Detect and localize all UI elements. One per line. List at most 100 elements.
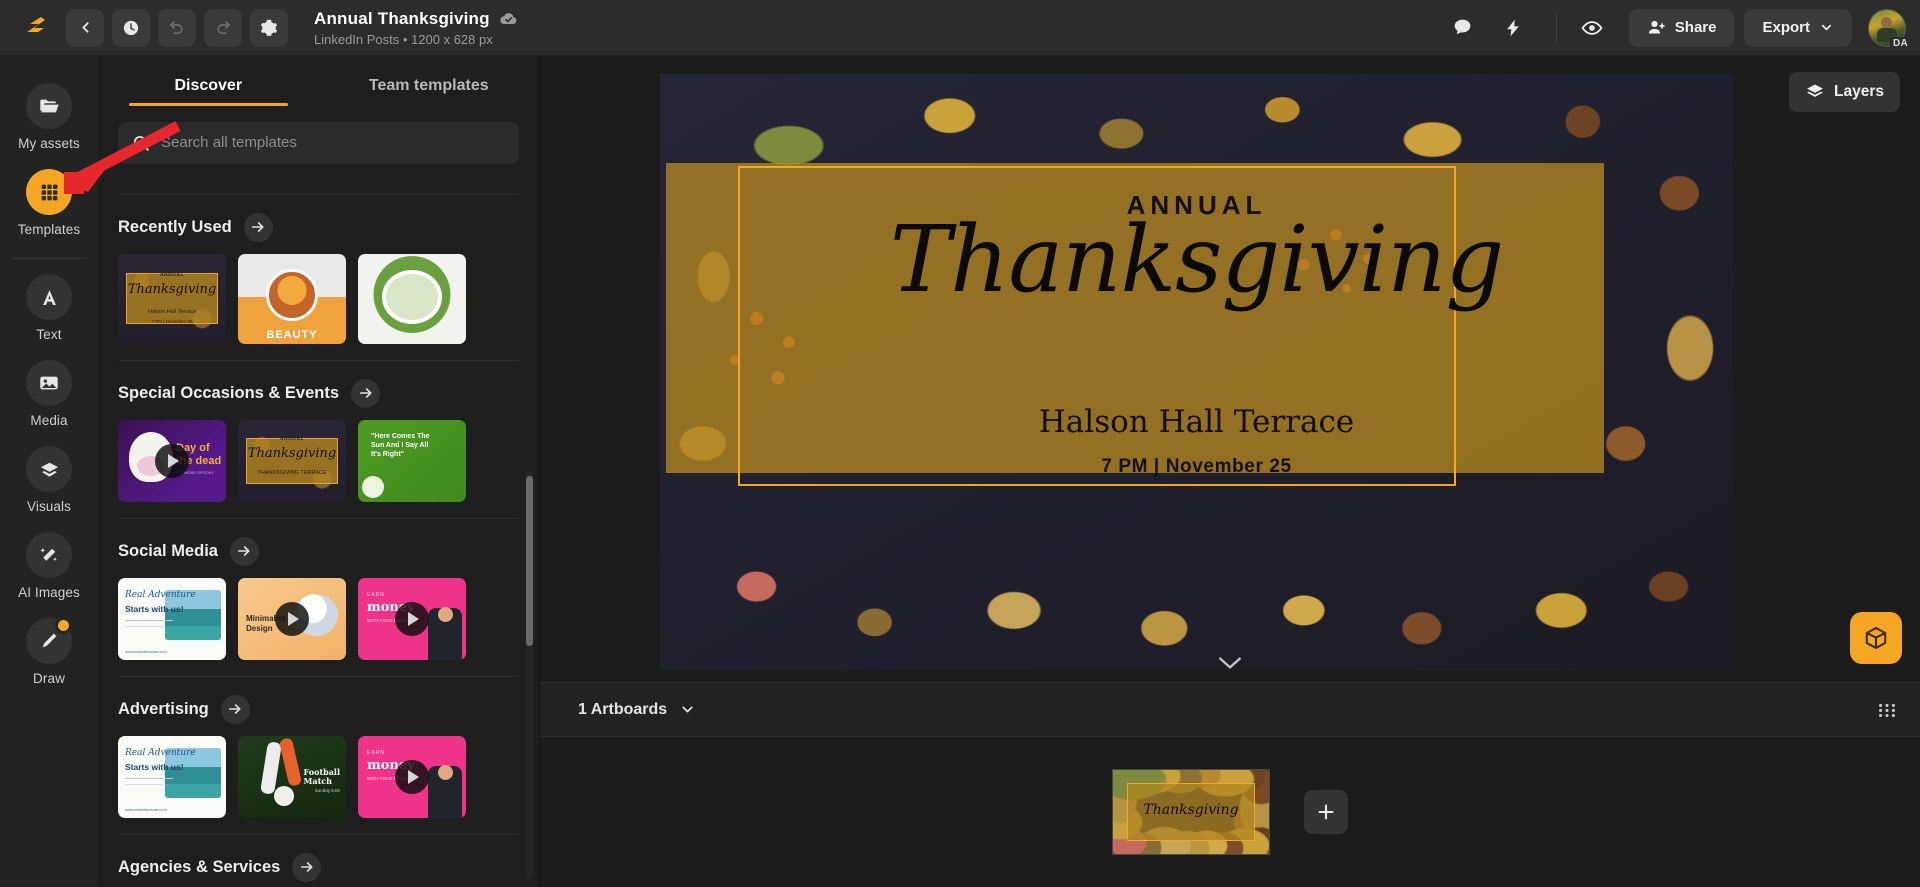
template-thumbnail[interactable]: EARN money WITH YOUR BUSINESS bbox=[358, 735, 466, 818]
thumb-line-1: ANNUAL bbox=[159, 271, 185, 278]
back-button[interactable] bbox=[66, 8, 104, 47]
snappa-logo-icon[interactable] bbox=[20, 13, 50, 43]
sidebar-label-media: Media bbox=[30, 413, 68, 428]
template-thumbnail[interactable]: ANNUAL Thanksgiving THANKSGIVING TERRACE bbox=[238, 419, 346, 502]
template-thumbnail[interactable]: Football Match Sunday 5:00 bbox=[238, 735, 346, 818]
design-venue-text[interactable]: Halson Hall Terrace bbox=[660, 404, 1733, 440]
shapes-icon bbox=[26, 446, 72, 492]
play-icon[interactable] bbox=[275, 601, 309, 636]
panel-scrollbar-thumb[interactable] bbox=[526, 476, 533, 646]
sidebar-item-visuals[interactable]: Visuals bbox=[0, 437, 98, 523]
image-icon bbox=[26, 360, 72, 406]
version-history-button[interactable] bbox=[112, 8, 150, 47]
arrow-right-icon[interactable] bbox=[229, 536, 259, 566]
toolbar-divider bbox=[1555, 13, 1557, 42]
layers-icon bbox=[1805, 82, 1825, 102]
thumb-eyebrow: EARN bbox=[367, 591, 385, 598]
sidebar-label-templates: Templates bbox=[17, 222, 81, 237]
draw-new-badge bbox=[55, 617, 72, 634]
tab-team-templates[interactable]: Team templates bbox=[319, 77, 540, 106]
comments-button[interactable] bbox=[1444, 9, 1482, 47]
search-box[interactable] bbox=[118, 121, 519, 164]
template-thumbnail[interactable]: Minimalist Design bbox=[238, 577, 346, 660]
thumb-label: BEAUTY bbox=[266, 328, 318, 341]
play-icon[interactable] bbox=[395, 759, 429, 794]
arrow-right-icon[interactable] bbox=[351, 378, 381, 408]
export-button[interactable]: Export bbox=[1744, 8, 1852, 47]
template-thumbnail[interactable]: "Here Comes The Sun And I Say All It's R… bbox=[358, 419, 466, 502]
template-thumbnail[interactable]: BEAUTY bbox=[238, 253, 346, 344]
template-thumbnail[interactable]: EARN money WITH YOUR BUSINESS bbox=[358, 577, 466, 660]
templates-scroll-area[interactable]: Recently Used ANNUAL Thanksgiving Halson… bbox=[98, 178, 539, 887]
folder-icon bbox=[26, 83, 72, 129]
sidebar-item-text[interactable]: Text bbox=[0, 265, 98, 351]
artboard-thumbnail[interactable]: Thanksgiving bbox=[1112, 769, 1270, 855]
app-body: My assets Templates Text Media Visuals A… bbox=[0, 56, 1920, 887]
share-button[interactable]: Share bbox=[1628, 8, 1735, 47]
page-title[interactable]: Annual Thanksgiving bbox=[314, 9, 490, 29]
design-date-text[interactable]: 7 PM | November 25 bbox=[660, 456, 1733, 478]
cloud-check-icon bbox=[499, 9, 518, 28]
export-button-label: Export bbox=[1762, 19, 1810, 36]
section-title-recently-used: Recently Used bbox=[118, 217, 232, 236]
grid-view-icon[interactable] bbox=[1876, 699, 1898, 721]
sidebar-item-draw[interactable]: Draw bbox=[0, 609, 98, 695]
sidebar-item-media[interactable]: Media bbox=[0, 351, 98, 437]
thumb-title: "Here Comes The Sun And I Say All It's R… bbox=[371, 432, 430, 458]
section-title-advertising: Advertising bbox=[118, 699, 209, 718]
scroll-down-chevron-icon[interactable] bbox=[1217, 655, 1243, 676]
magic-resize-fab-button[interactable] bbox=[1850, 612, 1902, 664]
thumb-footer: www.websitename.com bbox=[125, 648, 167, 654]
document-meta: Annual Thanksgiving LinkedIn Posts • 120… bbox=[314, 9, 518, 47]
section-agencies-services: Agencies & Services Real Adventure Start… bbox=[118, 852, 539, 887]
panel-tabs: Discover Team templates bbox=[98, 56, 539, 106]
thumb-subtitle: Starts with us! bbox=[125, 761, 184, 772]
panel-divider bbox=[118, 193, 519, 195]
design-script-title[interactable]: Thanksgiving bbox=[660, 214, 1733, 306]
preview-button[interactable] bbox=[1573, 9, 1611, 47]
sidebar-item-my-assets[interactable]: My assets bbox=[0, 74, 98, 160]
document-subtitle: LinkedIn Posts • 1200 x 628 px bbox=[314, 31, 493, 47]
play-icon[interactable] bbox=[155, 443, 189, 478]
thumb-line-2: Thanksgiving bbox=[127, 282, 217, 298]
panel-divider bbox=[118, 675, 519, 677]
shortcuts-button[interactable] bbox=[1494, 9, 1532, 47]
sidebar-divider bbox=[12, 258, 86, 259]
template-thumbnail[interactable]: Real Adventure Starts with us! www.websi… bbox=[118, 735, 226, 818]
arrow-right-icon[interactable] bbox=[220, 694, 250, 724]
user-avatar[interactable]: DA bbox=[1868, 8, 1911, 50]
layers-button[interactable]: Layers bbox=[1789, 72, 1900, 112]
arrow-right-icon[interactable] bbox=[243, 212, 273, 242]
sidebar-label-my-assets: My assets bbox=[18, 136, 80, 151]
artboards-dropdown[interactable]: 1 Artboards bbox=[578, 701, 696, 719]
arrow-right-icon[interactable] bbox=[292, 852, 322, 882]
settings-button[interactable] bbox=[250, 8, 288, 47]
section-title-special-occasions: Special Occasions & Events bbox=[118, 383, 340, 402]
thumb-line-1: ANNUAL bbox=[279, 435, 305, 442]
redo-button[interactable] bbox=[204, 8, 242, 47]
bottom-bar: 1 Artboards bbox=[540, 682, 1920, 737]
letter-a-icon bbox=[26, 274, 72, 320]
canvas-stage[interactable]: ANNUAL Thanksgiving Halson Hall Terrace … bbox=[540, 56, 1920, 682]
section-special-occasions: Special Occasions & Events Day of the de… bbox=[118, 378, 539, 502]
add-artboard-button[interactable] bbox=[1304, 790, 1348, 834]
template-thumbnail[interactable]: Real Adventure Starts with us! www.websi… bbox=[118, 577, 226, 660]
share-button-label: Share bbox=[1674, 19, 1717, 36]
play-icon[interactable] bbox=[395, 601, 429, 636]
thumb-footer: www.websitename.com bbox=[125, 806, 167, 812]
undo-button[interactable] bbox=[158, 8, 196, 47]
tab-discover[interactable]: Discover bbox=[98, 77, 319, 106]
thumb-line-2: Thanksgiving bbox=[247, 445, 337, 461]
sidebar-item-ai-images[interactable]: AI Images bbox=[0, 523, 98, 609]
section-social-media: Social Media Real Adventure Starts with … bbox=[118, 536, 539, 660]
template-thumbnail[interactable] bbox=[358, 253, 466, 344]
artboard-thumbnail-label: Thanksgiving bbox=[1143, 801, 1239, 818]
artboard[interactable]: ANNUAL Thanksgiving Halson Hall Terrace … bbox=[660, 74, 1733, 670]
search-input[interactable] bbox=[161, 134, 505, 152]
section-title-social-media: Social Media bbox=[118, 541, 218, 560]
sidebar-label-ai-images: AI Images bbox=[18, 585, 80, 600]
panel-divider bbox=[118, 517, 519, 519]
template-thumbnail[interactable]: Day of the dead IT'S MORE SPOOKY bbox=[118, 419, 226, 502]
template-thumbnail[interactable]: ANNUAL Thanksgiving Halson Hall Terrace … bbox=[118, 253, 226, 344]
sidebar-item-templates[interactable]: Templates bbox=[0, 160, 98, 246]
